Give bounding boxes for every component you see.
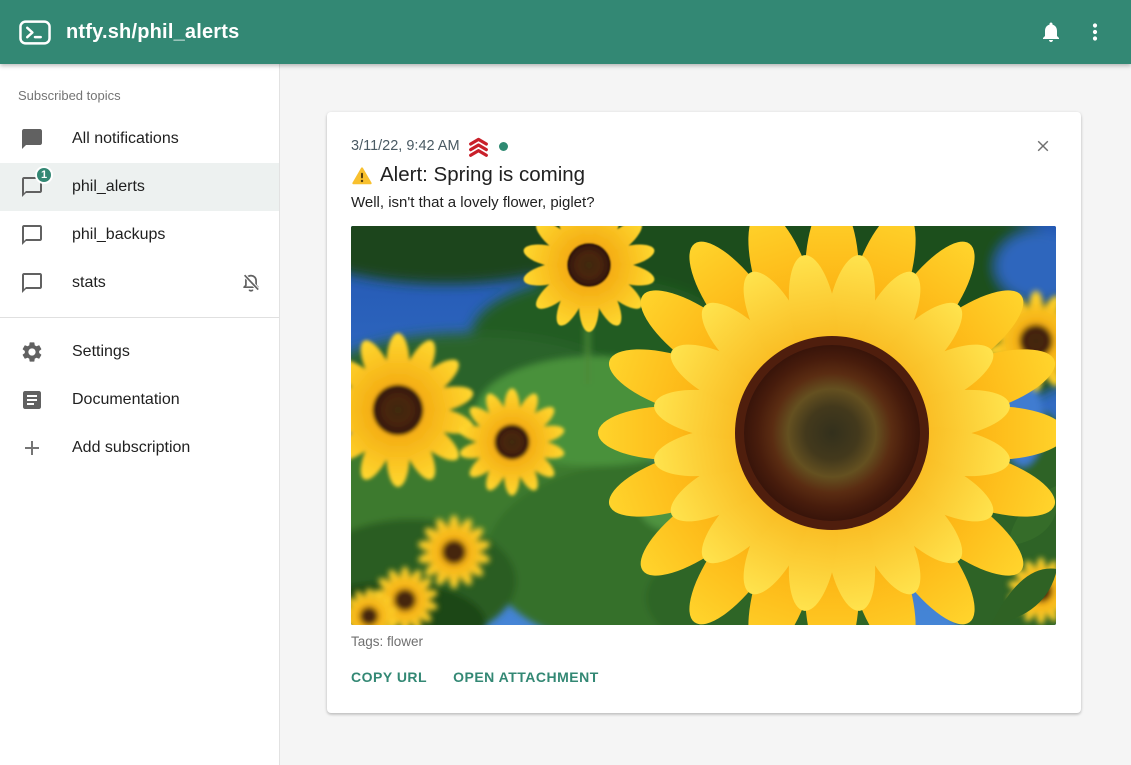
- sidebar-item-add-subscription[interactable]: Add subscription: [0, 424, 279, 472]
- unread-count-badge: 1: [35, 166, 53, 184]
- sunflower-photo: [351, 226, 1056, 625]
- sidebar-item-label: Documentation: [72, 391, 263, 409]
- close-icon: [1035, 136, 1051, 156]
- chat-bubble-outline-icon: 1: [20, 175, 44, 199]
- sidebar-item-stats[interactable]: stats: [0, 259, 279, 307]
- notifications-panel: 3/11/22, 9:42 AM: [280, 64, 1131, 765]
- chat-bubble-filled-icon: [20, 127, 44, 151]
- sidebar-item-label: Add subscription: [72, 439, 263, 457]
- sidebar-item-label: Settings: [72, 343, 263, 361]
- priority-high-icon: [466, 136, 491, 157]
- notification-timestamp: 3/11/22, 9:42 AM: [351, 138, 460, 154]
- plus-icon: [20, 436, 44, 460]
- sidebar-item-documentation[interactable]: Documentation: [0, 376, 279, 424]
- notification-card: 3/11/22, 9:42 AM: [327, 112, 1081, 713]
- chat-bubble-outline-icon: [20, 223, 44, 247]
- close-notification-button[interactable]: [1029, 132, 1057, 160]
- overflow-menu-button[interactable]: [1073, 10, 1117, 54]
- gear-icon: [20, 340, 44, 364]
- ntfy-terminal-logo-icon: [18, 19, 52, 46]
- sidebar-divider: [0, 317, 279, 318]
- sidebar-item-all-notifications[interactable]: All notifications: [0, 115, 279, 163]
- sidebar-item-label: stats: [72, 274, 239, 292]
- chat-bubble-outline-icon: [20, 271, 44, 295]
- copy-url-button[interactable]: COPY URL: [351, 667, 427, 687]
- notifications-muted-icon: [239, 271, 263, 295]
- subscribed-topics-label: Subscribed topics: [0, 72, 279, 115]
- notification-tags: Tags: flower: [351, 634, 1057, 649]
- sidebar-item-phil-alerts[interactable]: 1 phil_alerts: [0, 163, 279, 211]
- kebab-menu-icon: [1083, 20, 1107, 44]
- article-icon: [20, 388, 44, 412]
- notification-title: Alert: Spring is coming: [351, 162, 1057, 188]
- notification-header: 3/11/22, 9:42 AM: [351, 136, 1057, 156]
- warning-emoji-icon: [351, 165, 373, 186]
- app-bar: ntfy.sh/phil_alerts: [0, 0, 1131, 64]
- sidebar: Subscribed topics All notifications 1 ph…: [0, 64, 280, 765]
- bell-icon: [1039, 20, 1063, 44]
- sidebar-item-label: All notifications: [72, 130, 263, 148]
- sidebar-item-phil-backups[interactable]: phil_backups: [0, 211, 279, 259]
- sidebar-item-label: phil_backups: [72, 226, 263, 244]
- page-title: ntfy.sh/phil_alerts: [66, 21, 239, 44]
- notification-body: Well, isn't that a lovely flower, piglet…: [351, 193, 1057, 213]
- notifications-bell-button[interactable]: [1029, 10, 1073, 54]
- open-attachment-button[interactable]: OPEN ATTACHMENT: [453, 667, 599, 687]
- sidebar-item-label: phil_alerts: [72, 178, 263, 196]
- new-indicator-dot: [499, 142, 508, 151]
- notification-actions: COPY URL OPEN ATTACHMENT: [351, 667, 1057, 687]
- attachment-image[interactable]: [351, 226, 1056, 625]
- sidebar-item-settings[interactable]: Settings: [0, 328, 279, 376]
